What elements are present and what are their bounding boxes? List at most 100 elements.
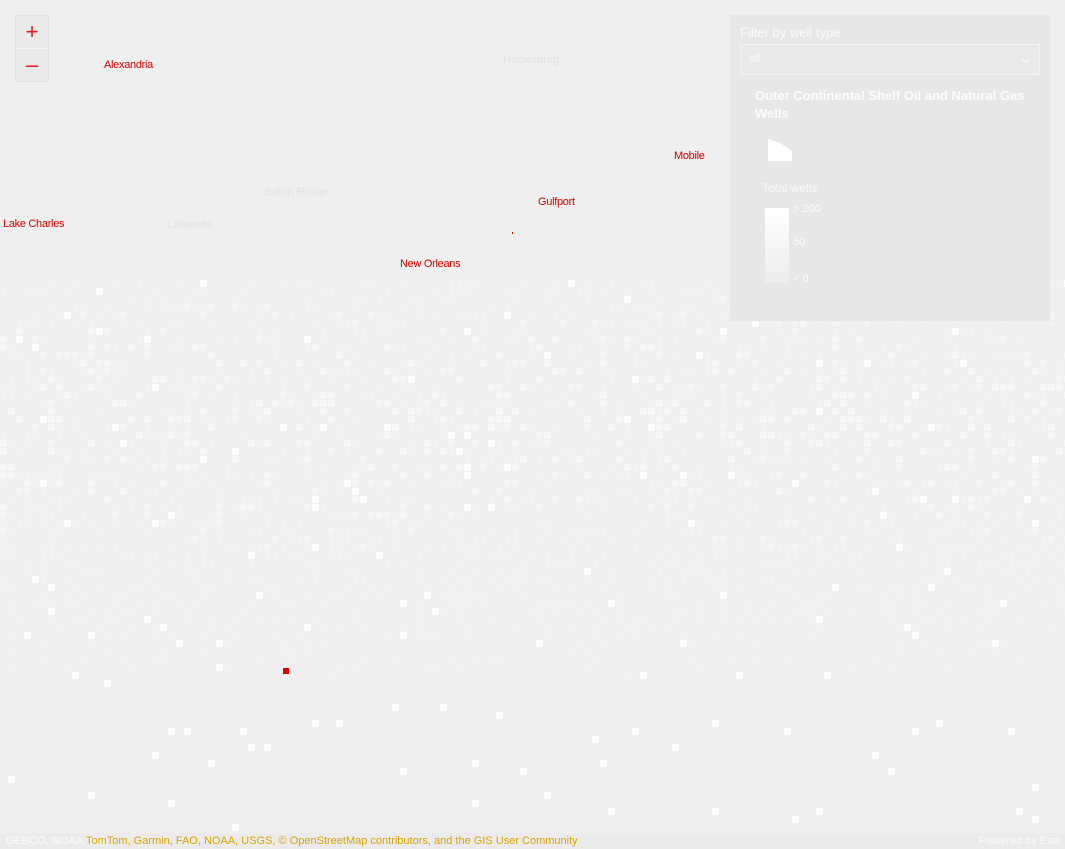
density-cell [376,744,383,751]
density-cell [48,512,55,519]
density-cell [72,664,79,671]
density-cell [352,296,359,303]
density-cell [512,360,519,367]
density-cell [784,760,791,767]
density-cell [176,464,183,471]
density-cell [632,736,639,743]
density-cell [736,744,743,751]
density-cell [736,352,743,359]
density-cell [744,736,751,743]
density-cell [864,352,871,359]
density-cell [328,688,335,695]
density-cell [688,600,695,607]
density-cell [24,504,31,511]
density-cell [696,528,703,535]
zoom-out-button[interactable]: – [16,48,48,81]
density-cell [296,368,303,375]
density-cell [264,600,271,607]
density-cell [328,624,335,631]
density-cell [336,816,343,823]
density-cell [808,632,815,639]
density-cell [1008,784,1015,791]
density-cell [128,504,135,511]
density-cell [456,488,463,495]
density-cell [600,552,607,559]
density-cell [432,664,439,671]
density-cell [432,384,439,391]
density-cell [1056,600,1063,607]
density-cell [464,488,471,495]
density-cell [96,432,103,439]
density-cell [56,504,63,511]
density-cell [672,608,679,615]
density-cell [248,616,255,623]
density-cell [888,808,895,815]
density-cell [768,384,775,391]
density-cell [568,688,575,695]
density-cell [664,736,671,743]
attribution-sources[interactable]: TomTom, Garmin, FAO, NOAA, USGS, © OpenS… [86,833,578,849]
density-cell [216,496,223,503]
density-cell [192,328,199,335]
density-cell [832,736,839,743]
density-cell [1000,552,1007,559]
density-cell [944,696,951,703]
density-cell [32,480,39,487]
density-cell [128,736,135,743]
density-cell [432,688,439,695]
density-cell [1016,592,1023,599]
density-cell [1000,720,1007,727]
density-cell [88,672,95,679]
density-cell [272,792,279,799]
selected-location-marker[interactable] [283,668,289,674]
well-type-select[interactable]: all [740,44,1040,75]
density-cell [128,552,135,559]
density-cell [360,736,367,743]
density-cell [472,568,479,575]
density-cell [136,640,143,647]
density-cell [264,808,271,815]
density-cell [8,440,15,447]
density-cell [344,696,351,703]
density-cell [1032,392,1039,399]
density-cell [904,328,911,335]
density-cell [496,528,503,535]
density-cell [168,672,175,679]
density-cell [720,400,727,407]
density-cell [616,712,623,719]
density-cell [128,456,135,463]
density-cell [760,544,767,551]
density-cell [1008,408,1015,415]
density-cell [1040,680,1047,687]
density-cell [584,576,591,583]
density-cell [408,624,415,631]
density-cell [608,792,615,799]
density-cell [192,656,199,663]
density-cell [592,624,599,631]
density-cell [24,496,31,503]
density-cell [936,576,943,583]
density-cell [48,744,55,751]
density-cell [440,648,447,655]
density-cell [376,472,383,479]
density-cell [136,720,143,727]
density-cell [400,520,407,527]
density-cell [488,496,495,503]
density-cell [488,328,495,335]
density-cell [48,728,55,735]
density-cell [480,616,487,623]
density-cell [80,784,87,791]
density-cell [584,664,591,671]
density-cell [72,504,79,511]
density-cell [600,368,607,375]
density-cell [400,512,407,519]
density-cell [816,368,823,375]
zoom-in-button[interactable]: + [16,16,48,48]
density-cell [600,760,607,767]
density-cell [544,360,551,367]
density-cell [120,456,127,463]
density-cell [392,448,399,455]
powered-by-esri[interactable]: Powered by Esri [979,833,1059,849]
density-cell [720,440,727,447]
density-cell [408,344,415,351]
